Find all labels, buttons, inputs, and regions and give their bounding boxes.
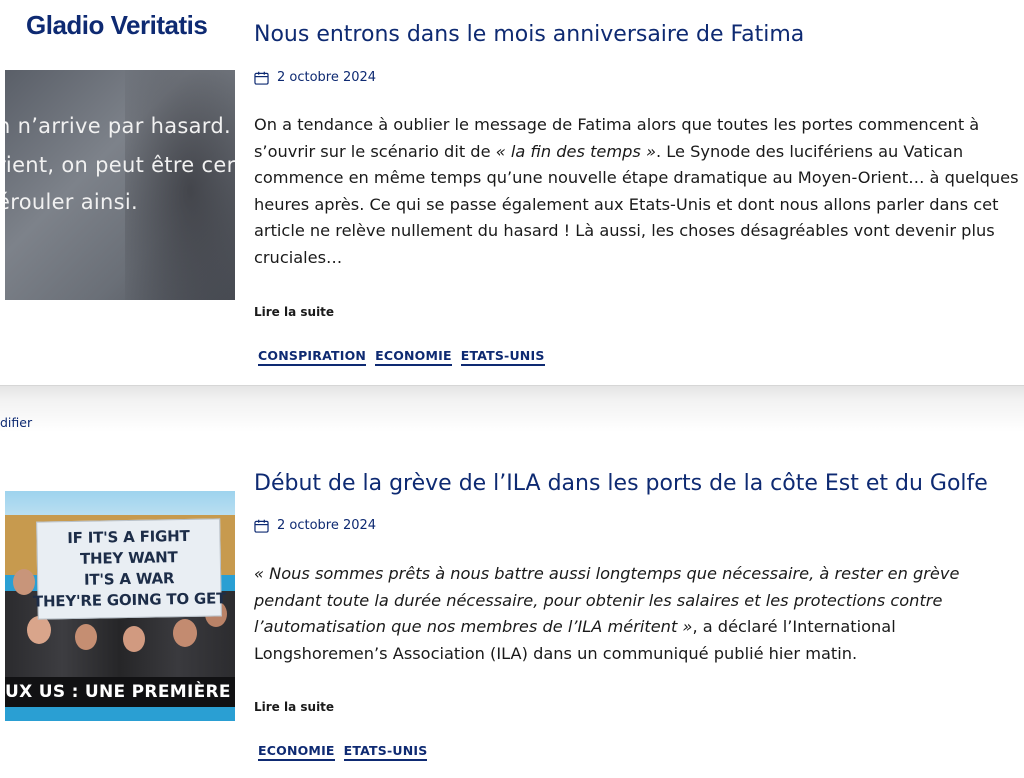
post-date: 2 octobre 2024	[254, 70, 376, 85]
post-date: 2 octobre 2024	[254, 518, 376, 533]
post-separator	[0, 385, 1024, 432]
thumbnail-strip	[5, 707, 235, 721]
thumbnail-person	[123, 626, 145, 652]
edit-link[interactable]: difier	[0, 415, 32, 430]
post-card: IF IT'S A FIGHT THEY WANT IT'S A WAR THE…	[0, 432, 1024, 778]
sign-text-line: IF IT'S A FIGHT	[67, 526, 190, 548]
sign-text-line: THEY WANT	[79, 548, 178, 568]
tag-link[interactable]: ECONOMIE	[258, 743, 335, 761]
post-thumbnail[interactable]: IF IT'S A FIGHT THEY WANT IT'S A WAR THE…	[5, 491, 235, 721]
post-card: n n’arrive par hasard. C rient, on peut …	[0, 0, 1024, 385]
thumbnail-person	[27, 616, 51, 644]
thumbnail-person	[13, 569, 35, 595]
post-title[interactable]: Début de la grève de l’ILA dans les port…	[254, 471, 988, 496]
post-date-text[interactable]: 2 octobre 2024	[277, 518, 376, 533]
sign-text-line: THEY'RE GOING TO GET	[32, 589, 227, 611]
post-title[interactable]: Nous entrons dans le mois anniversaire d…	[254, 22, 804, 47]
thumbnail-text-line: rient, on peut être certa	[5, 153, 235, 177]
thumbnail-shade	[125, 70, 235, 300]
thumbnail-person	[75, 624, 97, 650]
post-tags: ECONOMIE ETATS-UNIS	[258, 743, 428, 761]
read-more-link[interactable]: Lire la suite	[254, 305, 334, 319]
thumbnail-text-line: n n’arrive par hasard. C	[5, 114, 235, 138]
tag-link[interactable]: ETATS-UNIS	[460, 348, 545, 366]
thumbnail-text-line: érouler ainsi.	[5, 190, 138, 214]
tag-link[interactable]: ETATS-UNIS	[343, 743, 428, 761]
post-thumbnail[interactable]: n n’arrive par hasard. C rient, on peut …	[5, 70, 235, 300]
sign-text-line: IT'S A WAR	[83, 569, 175, 589]
protest-sign: IF IT'S A FIGHT THEY WANT IT'S A WAR THE…	[33, 518, 226, 620]
tag-link[interactable]: ECONOMIE	[375, 348, 452, 366]
post-tags: CONSPIRATION ECONOMIE ETATS-UNIS	[258, 348, 545, 366]
excerpt-quote: « la fin des temps »	[495, 141, 656, 161]
post-excerpt: « Nous sommes prêts à nous battre aussi …	[254, 561, 1019, 667]
calendar-icon	[254, 71, 269, 85]
thumbnail-banner: UX US : UNE PREMIÈRE DEP	[5, 677, 235, 707]
calendar-icon	[254, 519, 269, 533]
read-more-link[interactable]: Lire la suite	[254, 700, 334, 714]
tag-link[interactable]: CONSPIRATION	[258, 348, 367, 366]
post-date-text[interactable]: 2 octobre 2024	[277, 70, 376, 85]
post-excerpt: On a tendance à oublier le message de Fa…	[254, 112, 1019, 271]
thumbnail-person	[173, 619, 197, 647]
